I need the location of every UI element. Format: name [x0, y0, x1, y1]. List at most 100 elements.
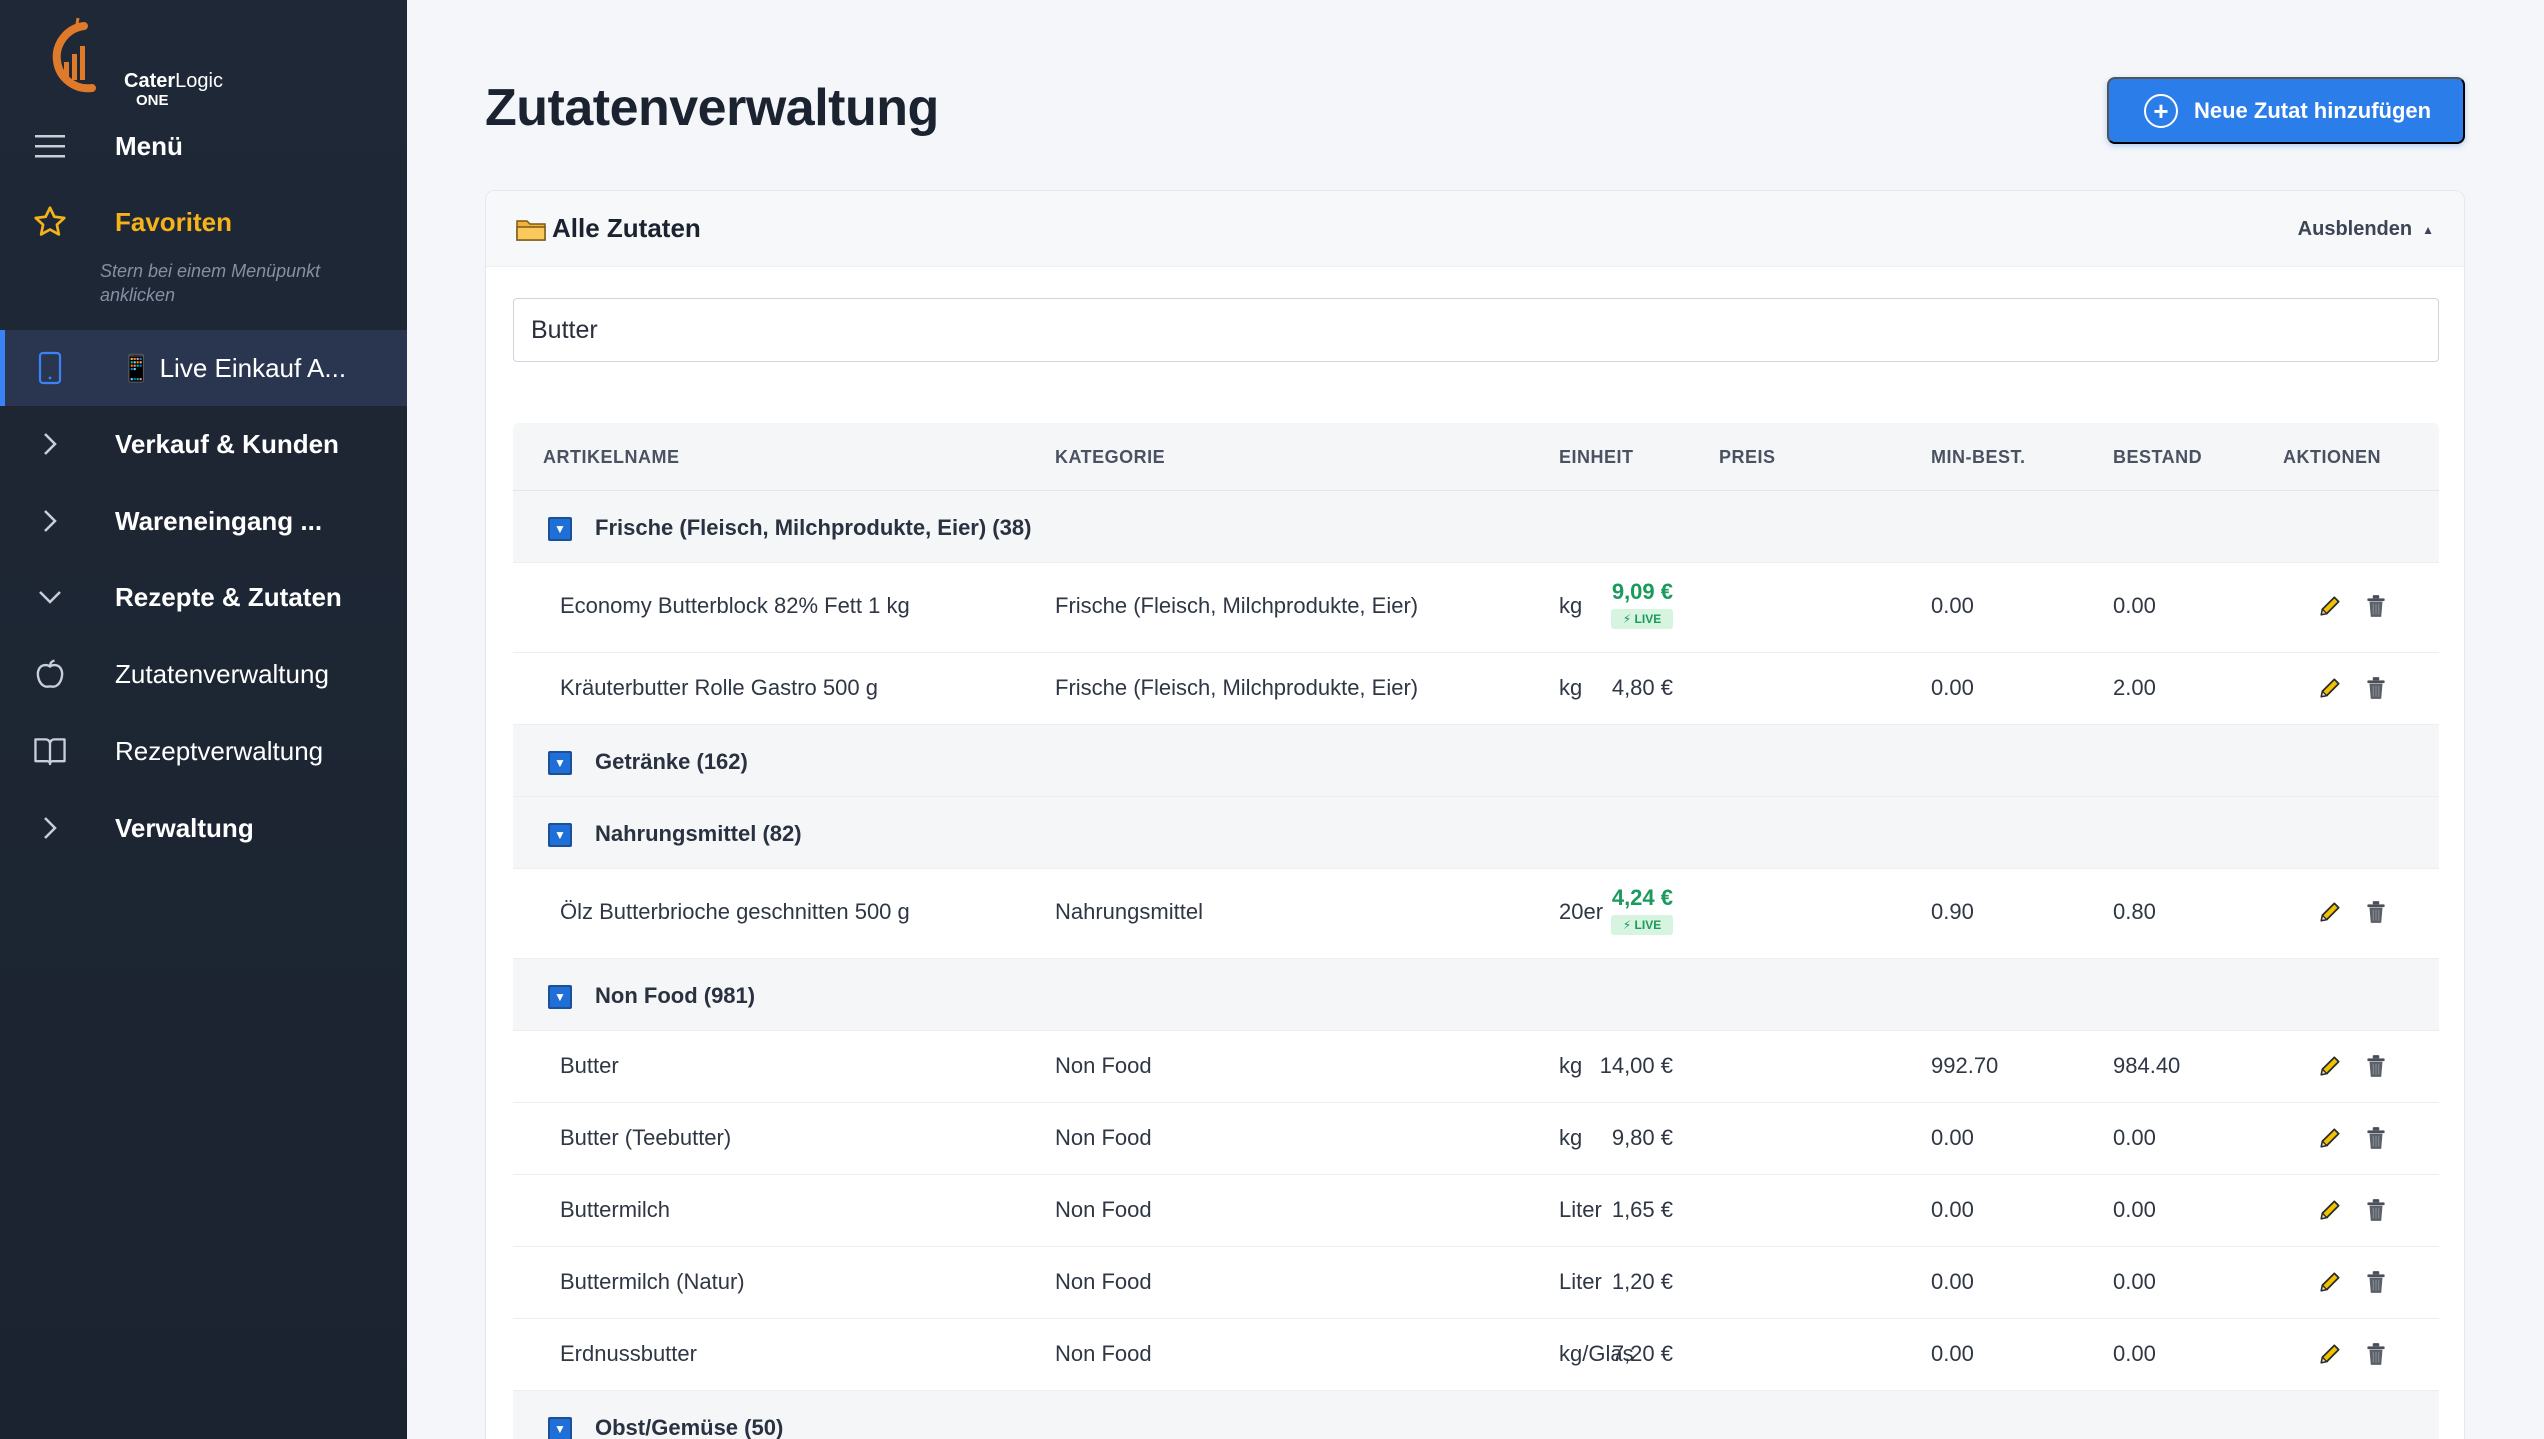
- cell-stock: 0.80: [2113, 899, 2156, 924]
- cell-name: Erdnussbutter: [560, 1341, 697, 1366]
- delete-trash-icon[interactable]: [2361, 1123, 2391, 1153]
- delete-trash-icon[interactable]: [2361, 1195, 2391, 1225]
- cell-name: Economy Butterblock 82% Fett 1 kg: [560, 593, 910, 618]
- cell-category: Non Food: [1055, 1341, 1152, 1366]
- collapse-group-checkbox-icon[interactable]: ▼: [548, 985, 572, 1009]
- cell-min-stock: 0.00: [1931, 1269, 1974, 1294]
- delete-trash-icon[interactable]: [2361, 1051, 2391, 1081]
- collapse-group-checkbox-icon[interactable]: ▼: [548, 517, 572, 541]
- menu-label: Menü: [115, 130, 183, 161]
- cell-stock: 0.00: [2113, 1269, 2156, 1294]
- caret-up-icon: ▲: [2422, 222, 2434, 237]
- delete-trash-icon[interactable]: [2361, 1339, 2391, 1369]
- column-header-artikelname[interactable]: ARTIKELNAME: [543, 447, 680, 468]
- cell-category: Frische (Fleisch, Milchprodukte, Eier): [1055, 593, 1419, 618]
- delete-trash-icon[interactable]: [2361, 591, 2391, 621]
- chevron-down-icon: [30, 577, 70, 617]
- sidebar-item-label: 📱 Live Einkauf A...: [120, 352, 347, 383]
- edit-pencil-icon[interactable]: [2315, 591, 2345, 621]
- menu-toggle[interactable]: Menü: [0, 108, 407, 184]
- collapse-toggle-label: Ausblenden: [2297, 218, 2413, 240]
- sidebar-item-verwaltung[interactable]: Verwaltung: [0, 790, 407, 866]
- sidebar-item-wareneingang[interactable]: Wareneingang ...: [0, 483, 407, 559]
- edit-pencil-icon[interactable]: [2315, 897, 2345, 927]
- add-ingredient-label: Neue Zutat hinzufügen: [2194, 97, 2432, 123]
- table-row[interactable]: Kräuterbutter Rolle Gastro 500 g Frische …: [513, 653, 2439, 725]
- add-ingredient-button[interactable]: + Neue Zutat hinzufügen: [2107, 77, 2465, 144]
- sidebar-item-zutatenverwaltung[interactable]: Zutatenverwaltung: [0, 636, 407, 712]
- card-title-text: Alle Zutaten: [552, 213, 701, 243]
- sidebar-item-rezeptverwaltung[interactable]: Rezeptverwaltung: [0, 713, 407, 789]
- cell-name: Ölz Butterbrioche geschnitten 500 g: [560, 899, 910, 924]
- sidebar-item-label: Verwaltung: [115, 812, 254, 843]
- collapse-group-checkbox-icon[interactable]: ▼: [548, 823, 572, 847]
- column-header-bestand[interactable]: BESTAND: [2113, 447, 2202, 468]
- cell-name: Buttermilch (Natur): [560, 1269, 745, 1294]
- column-header-preis[interactable]: PREIS: [1719, 447, 1776, 468]
- group-row[interactable]: ▼ Getränke (162): [513, 725, 2439, 797]
- cell-min-stock: 0.00: [1931, 1341, 1974, 1366]
- group-label: Frische (Fleisch, Milchprodukte, Eier) (…: [595, 515, 1032, 540]
- cell-name: Kräuterbutter Rolle Gastro 500 g: [560, 675, 878, 700]
- sidebar: CaterLogic ONE Menü Favoriten Stern bei …: [0, 0, 407, 1439]
- table-row[interactable]: Butter Non Food kg 14,00 €992.70 984.40: [513, 1031, 2439, 1103]
- sidebar-item-verkauf-kunden[interactable]: Verkauf & Kunden: [0, 406, 407, 482]
- cell-category: Non Food: [1055, 1197, 1152, 1222]
- edit-pencil-icon[interactable]: [2315, 1267, 2345, 1297]
- group-row[interactable]: ▼ Frische (Fleisch, Milchprodukte, Eier) …: [513, 491, 2439, 563]
- cell-min-stock: 0.00: [1931, 593, 1974, 618]
- cell-category: Non Food: [1055, 1125, 1152, 1150]
- live-price-badge: ⚡ LIVE: [1611, 915, 1673, 935]
- collapse-toggle[interactable]: Ausblenden ▲: [2298, 218, 2434, 241]
- edit-pencil-icon[interactable]: [2315, 1195, 2345, 1225]
- cell-stock: 984.40: [2113, 1053, 2181, 1078]
- edit-pencil-icon[interactable]: [2315, 1123, 2345, 1153]
- group-row[interactable]: ▼ Non Food (981): [513, 959, 2439, 1031]
- logo-mark-icon: [52, 17, 96, 93]
- table-row[interactable]: Buttermilch (Natur) Non Food Liter 1,20 €0.…: [513, 1247, 2439, 1319]
- card-title: Alle Zutaten: [516, 213, 701, 244]
- edit-pencil-icon[interactable]: [2315, 1339, 2345, 1369]
- cell-category: Frische (Fleisch, Milchprodukte, Eier): [1055, 675, 1419, 700]
- sidebar-item-rezepte-zutaten[interactable]: Rezepte & Zutaten: [0, 559, 407, 635]
- search-input[interactable]: [513, 298, 2439, 362]
- apple-icon: [30, 654, 70, 694]
- lightning-icon: ⚡: [1622, 918, 1632, 932]
- column-header-kategorie[interactable]: KATEGORIE: [1055, 447, 1165, 468]
- group-label: Nahrungsmittel (82): [595, 821, 802, 846]
- edit-pencil-icon[interactable]: [2315, 1051, 2345, 1081]
- caterlogic-logo[interactable]: CaterLogic ONE: [36, 16, 223, 109]
- live-price-badge: ⚡ LIVE: [1611, 609, 1673, 629]
- delete-trash-icon[interactable]: [2361, 1267, 2391, 1297]
- chevron-right-icon: [30, 501, 70, 541]
- sidebar-item-label: Zutatenverwaltung: [115, 658, 329, 689]
- live-badge-label: LIVE: [1634, 612, 1662, 626]
- table-row[interactable]: Ölz Butterbrioche geschnitten 500 g Nahru…: [513, 869, 2439, 959]
- delete-trash-icon[interactable]: [2361, 673, 2391, 703]
- group-label: Getränke (162): [595, 749, 748, 774]
- sidebar-item-label: Wareneingang ...: [115, 505, 323, 536]
- logo-wordmark: CaterLogic: [124, 70, 223, 92]
- cell-category: Non Food: [1055, 1269, 1152, 1294]
- cell-category: Non Food: [1055, 1053, 1152, 1078]
- table-row[interactable]: Erdnussbutter Non Food kg/Glas 7,20 €0.00 0.…: [513, 1319, 2439, 1391]
- folder-icon: [516, 217, 548, 241]
- table-row[interactable]: Economy Butterblock 82% Fett 1 kg Frische…: [513, 563, 2439, 653]
- cell-min-stock: 0.00: [1931, 1197, 1974, 1222]
- column-header-min-best[interactable]: MIN-BEST.: [1931, 447, 2026, 468]
- sidebar-item-live-einkauf[interactable]: 📱 Live Einkauf A...: [0, 330, 407, 406]
- delete-trash-icon[interactable]: [2361, 897, 2391, 927]
- collapse-group-checkbox-icon[interactable]: ▼: [548, 751, 572, 775]
- cell-name: Butter: [560, 1053, 619, 1078]
- group-label: Obst/Gemüse (50): [595, 1415, 784, 1439]
- group-row[interactable]: ▼ Nahrungsmittel (82): [513, 797, 2439, 869]
- edit-pencil-icon[interactable]: [2315, 673, 2345, 703]
- favorites-section[interactable]: Favoriten: [0, 184, 407, 260]
- table-row[interactable]: Buttermilch Non Food Liter 1,65 €0.00 0.00: [513, 1175, 2439, 1247]
- table-row[interactable]: Butter (Teebutter) Non Food kg 9,80 €0.00 0.…: [513, 1103, 2439, 1175]
- column-header-einheit[interactable]: EINHEIT: [1559, 447, 1634, 468]
- cell-name: Butter (Teebutter): [560, 1125, 732, 1150]
- sidebar-item-label: Rezepte & Zutaten: [115, 581, 342, 612]
- collapse-group-checkbox-icon[interactable]: ▼: [548, 1417, 572, 1439]
- group-row[interactable]: ▼ Obst/Gemüse (50): [513, 1391, 2439, 1439]
